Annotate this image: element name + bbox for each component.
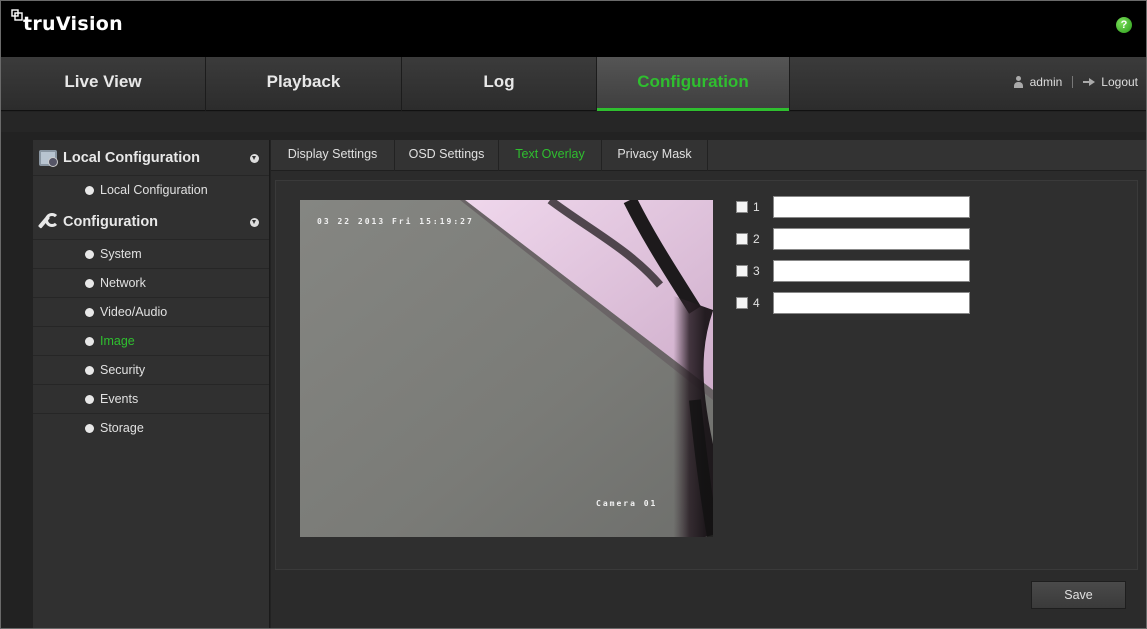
bullet-icon: [85, 186, 94, 195]
logout-icon[interactable]: [1083, 78, 1096, 86]
wrench-icon: [39, 212, 59, 230]
tab-playback[interactable]: Playback: [206, 57, 402, 111]
bullet-icon: [85, 337, 94, 346]
overlay-checkbox-1[interactable]: [736, 201, 748, 213]
text-overlay-panel: 03 22 2013 Fri 15:19:27 Camera 01 1 2 3: [275, 180, 1138, 570]
collapse-toggle-icon[interactable]: [250, 154, 259, 163]
sidebar-item-label: Network: [100, 276, 146, 290]
tab-configuration[interactable]: Configuration: [597, 57, 790, 111]
sidebar-section-title: Configuration: [63, 213, 159, 230]
overlay-text-input-3[interactable]: [773, 260, 970, 282]
subtab-privacy-mask[interactable]: Privacy Mask: [602, 140, 708, 171]
sidebar-item-image[interactable]: Image: [33, 327, 269, 356]
overlay-number: 4: [753, 296, 760, 310]
main-nav: Live View Playback Log Configuration adm…: [1, 57, 1146, 111]
bullet-icon: [85, 366, 94, 375]
save-button[interactable]: Save: [1031, 581, 1126, 609]
logout-link[interactable]: Logout: [1101, 75, 1138, 89]
overlay-number: 3: [753, 264, 760, 278]
sidebar-item-label: Security: [100, 363, 146, 377]
subtab-display-settings[interactable]: Display Settings: [271, 140, 395, 171]
help-icon[interactable]: ?: [1116, 17, 1132, 33]
osd-camera-name: Camera 01: [596, 499, 658, 508]
overlay-row-4: 4: [736, 292, 970, 314]
collapse-toggle-icon[interactable]: [250, 218, 259, 227]
sidebar-item-storage[interactable]: Storage: [33, 414, 269, 443]
divider: [1072, 76, 1074, 88]
sidebar-section-local-configuration[interactable]: Local Configuration: [33, 140, 269, 176]
bullet-icon: [85, 250, 94, 259]
app-window: truVision ? Live View Playback Log Confi…: [0, 0, 1147, 629]
overlay-text-input-1[interactable]: [773, 196, 970, 218]
monitor-icon: [39, 149, 58, 167]
osd-timestamp: 03 22 2013 Fri 15:19:27: [317, 217, 474, 226]
user-area: admin Logout: [1013, 75, 1138, 89]
overlay-row-1: 1: [736, 196, 970, 218]
sidebar-section-title: Local Configuration: [63, 149, 200, 166]
user-icon: [1013, 76, 1024, 88]
content-area: Display Settings OSD Settings Text Overl…: [271, 140, 1146, 628]
bullet-icon: [85, 308, 94, 317]
video-frame-image: [300, 200, 713, 537]
sidebar-item-label: Events: [100, 392, 139, 406]
overlay-text-input-4[interactable]: [773, 292, 970, 314]
bullet-icon: [85, 279, 94, 288]
overlay-checkbox-2[interactable]: [736, 233, 748, 245]
overlay-row-3: 3: [736, 260, 970, 282]
overlay-number: 1: [753, 200, 760, 214]
sidebar-item-label: Video/Audio: [100, 305, 168, 319]
logo: truVision: [11, 9, 123, 35]
sidebar-item-label: Local Configuration: [100, 183, 208, 197]
sidebar-item-label: Storage: [100, 421, 144, 435]
username: admin: [1029, 75, 1063, 89]
bullet-icon: [85, 424, 94, 433]
top-bar: truVision ?: [1, 1, 1146, 57]
sidebar-item-system[interactable]: System: [33, 240, 269, 269]
spacer-strip: [1, 112, 1146, 132]
sidebar-item-label: Image: [100, 334, 135, 348]
subtab-bar: Display Settings OSD Settings Text Overl…: [271, 140, 1146, 171]
overlay-text-input-2[interactable]: [773, 228, 970, 250]
logo-text: truVision: [23, 13, 123, 35]
overlay-number: 2: [753, 232, 760, 246]
overlay-row-2: 2: [736, 228, 970, 250]
overlay-checkbox-4[interactable]: [736, 297, 748, 309]
subtab-osd-settings[interactable]: OSD Settings: [395, 140, 499, 171]
bullet-icon: [85, 395, 94, 404]
subtab-text-overlay[interactable]: Text Overlay: [499, 140, 602, 171]
sidebar-item-events[interactable]: Events: [33, 385, 269, 414]
sidebar-item-label: System: [100, 247, 142, 261]
overlay-checkbox-3[interactable]: [736, 265, 748, 277]
sidebar-item-network[interactable]: Network: [33, 269, 269, 298]
tab-live-view[interactable]: Live View: [1, 57, 206, 111]
video-preview: 03 22 2013 Fri 15:19:27 Camera 01: [300, 200, 713, 537]
sidebar-section-configuration[interactable]: Configuration: [33, 204, 269, 240]
tab-log[interactable]: Log: [402, 57, 597, 111]
sidebar-item-security[interactable]: Security: [33, 356, 269, 385]
sidebar-item-video-audio[interactable]: Video/Audio: [33, 298, 269, 327]
sidebar-item-local-configuration[interactable]: Local Configuration: [33, 176, 269, 204]
truvision-logo-icon: [11, 9, 23, 21]
sidebar: Local Configuration Local Configuration …: [33, 140, 270, 628]
